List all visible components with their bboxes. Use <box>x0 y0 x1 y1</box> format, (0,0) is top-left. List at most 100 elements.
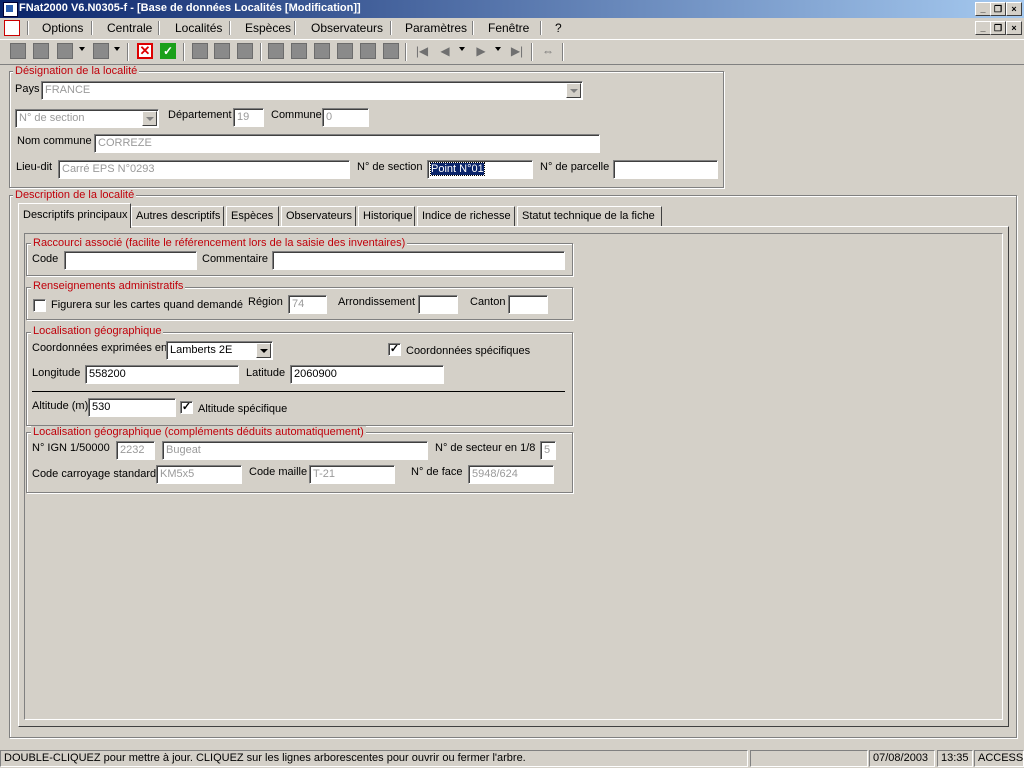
close-button[interactable]: × <box>1006 2 1022 16</box>
restore-button[interactable]: ❐ <box>990 2 1006 16</box>
geo-auto-title: Localisation géographique (compléments d… <box>31 426 366 438</box>
validate-icon[interactable]: ✓ <box>160 43 176 59</box>
child-close-button[interactable]: × <box>1006 21 1022 35</box>
link-icon[interactable]: ⇔ <box>540 43 556 59</box>
departement-field[interactable]: 19 <box>233 108 264 127</box>
num-section-label: N° de section <box>357 161 423 173</box>
num-section-value: Point N°01 <box>430 162 485 176</box>
square-icon[interactable] <box>57 43 73 59</box>
last-record-icon[interactable]: ▶| <box>509 43 525 59</box>
page-icon[interactable] <box>214 43 230 59</box>
chevron-down-icon[interactable] <box>142 111 157 126</box>
status-time: 13:35 <box>937 750 973 767</box>
geo-divider <box>32 391 565 392</box>
figurera-checkbox[interactable] <box>33 299 46 312</box>
altitude-field[interactable]: 530 <box>88 398 176 417</box>
grid-icon[interactable] <box>291 43 307 59</box>
document-icon[interactable] <box>4 20 20 36</box>
status-mode: ACCESS <box>974 750 1024 767</box>
ign-name-field[interactable]: Bugeat <box>162 441 428 460</box>
coord-select-value: Lamberts 2E <box>170 344 233 356</box>
tab-observateurs[interactable]: Observateurs <box>281 206 356 226</box>
menu-options[interactable]: Options <box>42 21 83 35</box>
status-empty <box>750 750 868 767</box>
figurera-label: Figurera sur les cartes quand demandé <box>51 299 243 311</box>
coord-spec-checkbox[interactable]: ✓ <box>388 343 401 356</box>
print-icon[interactable] <box>383 43 399 59</box>
grid-icon[interactable] <box>268 43 284 59</box>
pays-select[interactable]: FRANCE <box>41 81 583 100</box>
pays-value: FRANCE <box>45 84 91 96</box>
raccourci-title: Raccourci associé (facilite le référence… <box>31 237 408 249</box>
arrondissement-label: Arrondissement <box>338 296 416 308</box>
altitude-spec-checkbox[interactable]: ✓ <box>180 401 193 414</box>
menu-fenetre[interactable]: Fenêtre <box>488 21 529 35</box>
commune-label: Commune <box>271 109 322 121</box>
arrondissement-field[interactable] <box>418 295 458 314</box>
toolbar: ✕ ✓ |◀ ◀ ▶ ▶| ⇔ <box>0 39 1024 65</box>
nom-commune-label: Nom commune <box>17 135 92 147</box>
region-label: Région <box>248 296 283 308</box>
altitude-label: Altitude (m) <box>32 400 89 412</box>
administratif-title: Renseignements administratifs <box>31 280 186 292</box>
tab-indice-richesse[interactable]: Indice de richesse <box>417 206 515 226</box>
export-icon[interactable] <box>360 43 376 59</box>
first-record-icon[interactable]: |◀ <box>414 43 430 59</box>
canton-field[interactable] <box>508 295 548 314</box>
record-icon[interactable] <box>10 43 26 59</box>
window-title: FNat2000 V6.N0305-f - [Base de données L… <box>19 2 361 14</box>
minimize-button[interactable]: _ <box>975 2 991 16</box>
child-restore-button[interactable]: ❐ <box>990 21 1006 35</box>
copy-icon[interactable] <box>237 43 253 59</box>
chevron-down-icon[interactable] <box>566 83 581 98</box>
latitude-label: Latitude <box>246 367 286 379</box>
next-record-icon[interactable]: ▶ <box>473 43 489 59</box>
menu-centrale[interactable]: Centrale <box>107 21 152 35</box>
status-message: DOUBLE-CLIQUEZ pour mettre à jour. CLIQU… <box>0 750 748 767</box>
chevron-down-icon[interactable] <box>256 343 271 358</box>
nom-commune-field[interactable]: CORREZE <box>94 134 600 153</box>
menu-help[interactable]: ? <box>555 21 562 35</box>
longitude-label: Longitude <box>32 367 81 379</box>
secteur-field[interactable]: 5 <box>540 441 556 460</box>
code-label: Code <box>32 253 59 265</box>
maille-field[interactable]: T-21 <box>309 465 395 484</box>
commentaire-field[interactable] <box>272 251 565 270</box>
menu-especes[interactable]: Espèces <box>245 21 291 35</box>
app-icon <box>3 2 18 17</box>
coord-label: Coordonnées exprimées en <box>32 342 168 354</box>
commune-field[interactable]: 0 <box>322 108 369 127</box>
tab-descriptifs-principaux[interactable]: Descriptifs principaux <box>18 203 131 228</box>
menu-localites[interactable]: Localités <box>175 21 222 35</box>
num-section-field[interactable]: Point N°01 <box>427 160 533 179</box>
lieu-dit-field[interactable]: Carré EPS N°0293 <box>58 160 350 179</box>
child-minimize-button[interactable]: _ <box>975 21 991 35</box>
num-parcelle-field[interactable] <box>613 160 718 179</box>
ign-field[interactable]: 2232 <box>116 441 155 460</box>
lieu-dit-label: Lieu-dit <box>16 161 53 173</box>
menu-observateurs[interactable]: Observateurs <box>311 21 383 35</box>
description-title: Description de la localité <box>13 189 137 201</box>
square-icon[interactable] <box>33 43 49 59</box>
longitude-field[interactable]: 558200 <box>85 365 239 384</box>
tab-autres-descriptifs[interactable]: Autres descriptifs <box>131 206 224 226</box>
grid-icon[interactable] <box>314 43 330 59</box>
section-select[interactable]: N° de section <box>15 109 159 128</box>
region-field[interactable]: 74 <box>288 295 327 314</box>
carroyage-field[interactable]: KM5x5 <box>156 465 242 484</box>
menu-parametres[interactable]: Paramètres <box>405 21 467 35</box>
tab-historique[interactable]: Historique <box>358 206 415 226</box>
face-field[interactable]: 5948/624 <box>468 465 554 484</box>
cancel-icon[interactable]: ✕ <box>137 43 153 59</box>
tab-statut-technique[interactable]: Statut technique de la fiche <box>517 206 662 226</box>
latitude-field[interactable]: 2060900 <box>290 365 444 384</box>
coord-select[interactable]: Lamberts 2E <box>166 341 273 360</box>
grid-icon[interactable] <box>337 43 353 59</box>
square-icon[interactable] <box>93 43 109 59</box>
status-date: 07/08/2003 <box>869 750 935 767</box>
departement-label: Département <box>168 109 232 121</box>
tab-especes[interactable]: Espèces <box>226 206 279 226</box>
previous-record-icon[interactable]: ◀ <box>437 43 453 59</box>
cube-icon[interactable] <box>192 43 208 59</box>
code-field[interactable] <box>64 251 197 270</box>
